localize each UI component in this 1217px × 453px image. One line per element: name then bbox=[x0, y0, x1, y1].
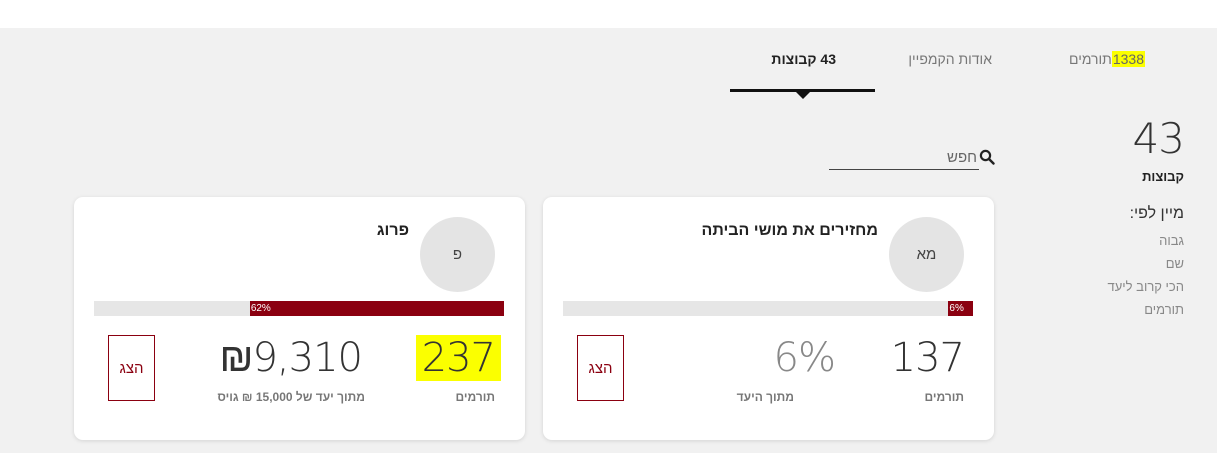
sort-title: מיין לפי: bbox=[1129, 205, 1184, 222]
search-input[interactable] bbox=[829, 146, 977, 168]
team-card[interactable]: מא מחזירים את מושי הביתה 6% 137 תורמים 6… bbox=[543, 197, 994, 440]
campaign-content: 1338תורמים אודות הקמפיין 43 קבוצות 43 קב… bbox=[0, 28, 1217, 453]
show-button[interactable]: הצג bbox=[108, 335, 155, 401]
goal-label: מתוך היעד bbox=[736, 390, 794, 404]
sort-option-high[interactable]: גבוה bbox=[1159, 233, 1184, 248]
raised-label: מתוך יעד של 15,000 ₪ גויס bbox=[217, 390, 365, 404]
progress-label: 6% bbox=[949, 303, 964, 314]
donors-label: תורמים bbox=[924, 390, 964, 404]
raised-amount: ₪9,310 bbox=[219, 335, 363, 381]
team-name[interactable]: פרוג bbox=[377, 222, 409, 240]
donors-count: 237 bbox=[421, 335, 496, 381]
progress-bar: 62% bbox=[94, 301, 504, 316]
show-button[interactable]: הצג bbox=[577, 335, 624, 401]
donors-label: תורמים bbox=[455, 390, 495, 404]
sort-option-name[interactable]: שם bbox=[1166, 256, 1184, 271]
tab-donors[interactable]: 1338תורמים bbox=[1069, 51, 1145, 67]
top-header-strip bbox=[0, 0, 1217, 28]
team-name[interactable]: מחזירים את מושי הביתה bbox=[702, 222, 879, 240]
search-icon[interactable] bbox=[979, 149, 995, 165]
donors-tab-label: תורמים bbox=[1069, 51, 1112, 67]
donors-count: 1338 bbox=[1111, 51, 1145, 67]
sort-option-closest-to-goal[interactable]: הכי קרוב ליעד bbox=[1108, 279, 1184, 294]
tab-teams[interactable]: 43 קבוצות bbox=[771, 51, 836, 67]
tab-about[interactable]: אודות הקמפיין bbox=[908, 51, 992, 67]
progress-fill: 62% bbox=[249, 301, 504, 316]
progress-label: 62% bbox=[250, 303, 271, 314]
team-card[interactable]: פ פרוג 62% 237 תורמים ₪9,310 מתוך יעד של… bbox=[74, 197, 525, 440]
progress-bar: 6% bbox=[563, 301, 973, 316]
teams-count: 43 bbox=[1132, 114, 1185, 163]
sort-option-donors[interactable]: תורמים bbox=[1144, 302, 1184, 317]
goal-percent: 6% bbox=[773, 335, 836, 381]
search-box bbox=[829, 144, 995, 170]
donors-count: 137 bbox=[890, 335, 965, 381]
active-tab-arrow bbox=[796, 92, 810, 99]
progress-fill: 6% bbox=[948, 301, 973, 316]
search-underline bbox=[829, 169, 979, 170]
avatar: מא bbox=[889, 217, 964, 292]
teams-count-label: קבוצות bbox=[1142, 169, 1184, 184]
donors-count-highlight: 237 bbox=[421, 335, 496, 381]
avatar: פ bbox=[420, 217, 495, 292]
